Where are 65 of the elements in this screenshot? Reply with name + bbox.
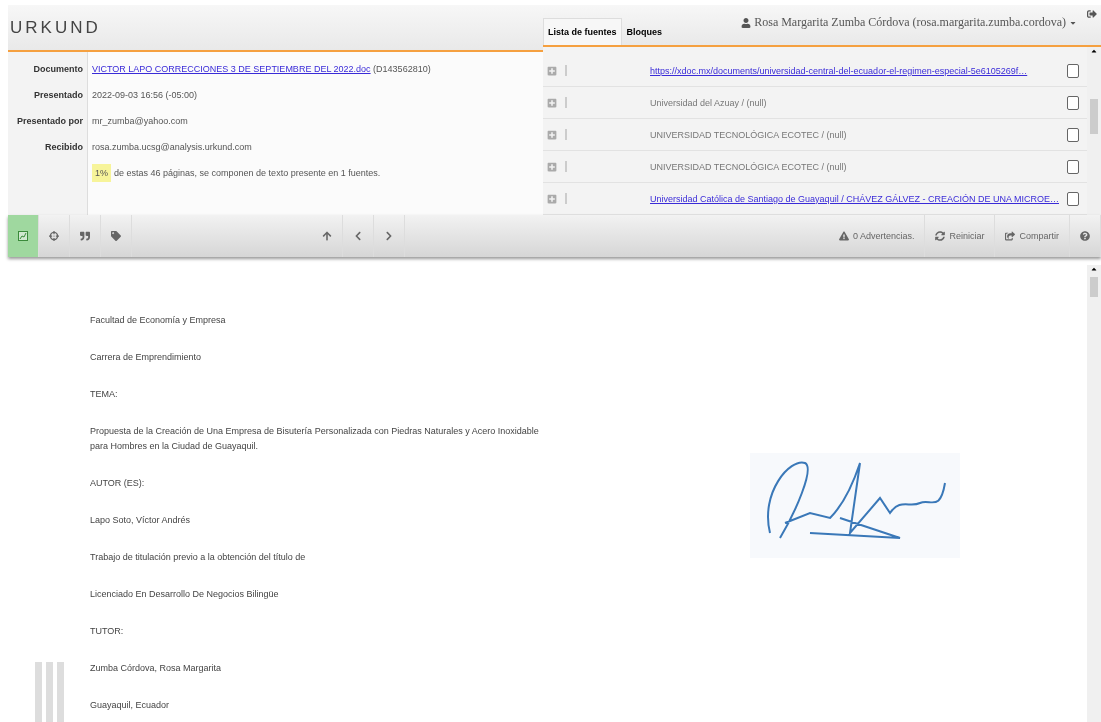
field-value: VICTOR LAPO CORRECCIONES 3 DE SEPTIEMBRE DEL 2022.doc (D143562810) [92, 63, 432, 76]
urkund-logo: URKUND [10, 17, 101, 38]
source-checkbox[interactable] [1067, 127, 1079, 142]
source-checkbox[interactable] [1067, 159, 1079, 174]
tag-icon [111, 231, 121, 241]
document-link[interactable]: VICTOR LAPO CORRECCIONES 3 DE SEPTIEMBRE DEL 2022.doc [92, 64, 371, 74]
share-icon [1005, 231, 1016, 241]
chart-view-button[interactable] [8, 215, 39, 257]
field-label: Recibido [45, 141, 83, 154]
source-link[interactable]: https://xdoc.mx/documents/universidad-central-del-ecuador-el-regimen-especial-5e6105269f… [650, 65, 1028, 76]
document-line: AUTOR (ES): [90, 477, 146, 490]
document-line: Carrera de Emprendimiento [90, 351, 203, 364]
scroll-up-icon[interactable] [1090, 47, 1098, 55]
document-line: Propuesta de la Creación de Una Empresa de Bisutería Personalizada con Piedras Naturales y Acero Inoxidable para Hombres en la Ciudad de Guayaquil. [90, 425, 540, 453]
field-value: mr_zumba@yahoo.com [92, 115, 189, 128]
arrow-up-icon [322, 231, 332, 241]
expand-icon[interactable] [547, 193, 557, 204]
source-name: Universidad del Azuay / (null) [650, 97, 767, 108]
scroll-thumb[interactable] [1090, 277, 1098, 297]
share-button[interactable]: Compartir [995, 215, 1070, 257]
help-icon [1080, 231, 1090, 241]
source-checkbox[interactable] [1067, 191, 1079, 206]
logout-icon[interactable] [1087, 9, 1097, 19]
tab[interactable]: Lista de fuentes [543, 18, 622, 45]
chevron-left-icon [353, 231, 363, 241]
field-value: 2022-09-03 16:56 (-05:00) [92, 89, 199, 102]
field-label: Documento [33, 63, 83, 76]
field-label: Presentado por [17, 115, 83, 128]
quote-icon [80, 231, 90, 241]
document-line: Facultad de Economía y Empresa [90, 314, 227, 327]
source-checkbox[interactable] [1067, 63, 1079, 78]
match-bar [46, 662, 53, 722]
document-line: Lapo Soto, Víctor Andrés [90, 514, 192, 527]
chart-icon [18, 231, 28, 241]
source-name: UNIVERSIDAD TECNOLÓGICA ECOTEC / (null) [650, 129, 847, 140]
document-line: TEMA: [90, 388, 119, 401]
warnings-button[interactable]: 0 Advertencias. [828, 215, 926, 257]
document-line: Guayaquil, Ecuador [90, 699, 171, 712]
match-bar [35, 662, 42, 722]
document-line: TUTOR: [90, 625, 125, 638]
match-bar [57, 662, 64, 722]
document-line: Licenciado En Desarrollo De Negocios Bilingüe [90, 588, 280, 601]
user-icon [741, 17, 752, 28]
chevron-right-icon [384, 231, 394, 241]
field-label: Presentado [33, 89, 83, 102]
refresh-icon [935, 231, 946, 241]
source-checkbox[interactable] [1067, 95, 1079, 110]
scroll-up-icon[interactable] [1090, 265, 1098, 273]
user-menu[interactable]: Rosa Margarita Zumba Córdova (rosa.margarita.zumba.cordova) [741, 15, 1077, 30]
restart-button[interactable]: Reiniciar [925, 215, 996, 257]
scroll-thumb[interactable] [1090, 99, 1098, 134]
expand-icon[interactable] [547, 129, 557, 140]
document-line: Zumba Córdova, Rosa Margarita [90, 662, 223, 675]
expand-icon[interactable] [547, 65, 557, 76]
crosshair-icon [49, 231, 59, 241]
document-line: Trabajo de titulación previo a la obtención del título de [90, 551, 307, 564]
scrollbar[interactable] [1087, 265, 1101, 722]
field-value: rosa.zumba.ucsg@analysis.urkund.com [92, 141, 253, 154]
source-name: UNIVERSIDAD TECNOLÓGICA ECOTEC / (null) [650, 161, 847, 172]
expand-icon[interactable] [547, 161, 557, 172]
tab[interactable]: Bloques [621, 18, 668, 45]
summary-text: 1% de estas 46 páginas, se componen de texto presente en 1 fuentes. [92, 165, 543, 182]
expand-icon[interactable] [547, 97, 557, 108]
warning-icon [838, 231, 849, 241]
source-link[interactable]: Universidad Católica de Santiago de Guayaquil / CHÁVEZ GÁLVEZ - CREACIÓN DE UNA MICROE… [650, 193, 1059, 204]
